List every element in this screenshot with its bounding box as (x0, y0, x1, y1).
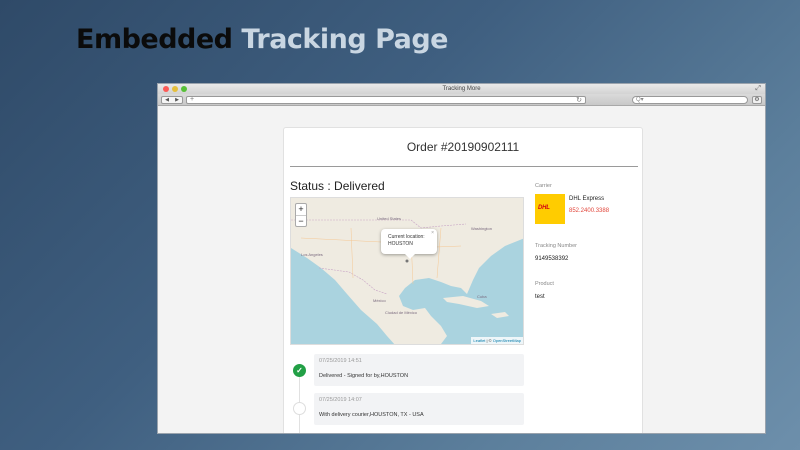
address-bar[interactable]: + ↻ (186, 96, 586, 104)
check-icon: ✓ (293, 364, 306, 377)
popup-label: Current location: (388, 234, 425, 240)
shipment-details: Carrier DHL DHL Express 852.2400.3388 Tr… (535, 183, 635, 300)
forward-button[interactable]: ▶ (175, 97, 179, 103)
carrier-label: Carrier (535, 183, 552, 189)
timeline-event: 07/25/2019 14:07 With delivery courier,H… (314, 393, 524, 425)
map-attribution: Leaflet | © OpenStreetMap (471, 337, 523, 344)
add-bookmark-icon[interactable]: + (190, 96, 194, 103)
headline-word-tracking-page: Tracking Page (241, 24, 448, 55)
pending-dot-icon (293, 402, 306, 415)
tracking-number-label: Tracking Number (535, 243, 577, 249)
label-ciudad-de-mexico: Ciudad de México (385, 310, 418, 315)
status-heading: Status : Delivered (290, 179, 385, 193)
window-controls (163, 86, 187, 92)
close-window-button[interactable] (163, 86, 169, 92)
gear-icon[interactable]: ⚙ (752, 96, 762, 104)
product-label: Product (535, 281, 554, 287)
headline-word-embedded: Embedded (76, 24, 233, 55)
reload-icon[interactable]: ↻ (576, 96, 582, 104)
label-los-angeles: Los Angeles (301, 252, 323, 257)
carrier-info: DHL Express 852.2400.3388 (569, 196, 609, 214)
zoom-window-button[interactable] (181, 86, 187, 92)
leaflet-link[interactable]: Leaflet (473, 338, 485, 343)
title-divider (290, 166, 638, 167)
close-icon[interactable]: × (431, 230, 434, 237)
resize-icon[interactable]: ⤢ (755, 84, 761, 94)
tracking-card: Order #20190902111 Status : Delivered Un… (283, 127, 643, 433)
event-time: 07/25/2019 14:51 (319, 358, 362, 364)
browser-title: Tracking More (442, 86, 481, 92)
browser-toolbar: ◀ ▶ + ↻ Q▾ ⚙ (158, 94, 765, 106)
location-popup: × Current location: HOUSTON (381, 229, 437, 259)
carrier-name: DHL Express (569, 196, 605, 202)
dhl-logo-text: DHL (538, 205, 550, 211)
zoom-out-button[interactable]: − (296, 215, 306, 226)
houston-dot (405, 259, 409, 263)
label-mexico: México (373, 298, 386, 303)
popup-location: HOUSTON (388, 241, 413, 247)
zoom-in-button[interactable]: + (296, 204, 306, 215)
carrier-phone[interactable]: 852.2400.3388 (569, 208, 609, 214)
page-headline: Embedded Tracking Page (76, 24, 448, 56)
event-time: 07/25/2019 14:07 (319, 397, 362, 403)
browser-titlebar: Tracking More ⤢ (158, 84, 765, 94)
product-value: test (535, 294, 545, 300)
map-tiles (291, 198, 523, 344)
timeline-line (299, 368, 300, 433)
event-description: With delivery courier,HOUSTON, TX - USA (319, 412, 424, 418)
timeline-event: 07/25/2019 14:51 Delivered - Signed for … (314, 354, 524, 386)
attribution-separator: | © (485, 338, 493, 343)
browser-window: Tracking More ⤢ ◀ ▶ + ↻ Q▾ ⚙ Order #2019… (157, 83, 766, 434)
search-icon: Q▾ (636, 97, 644, 103)
browser-search-field[interactable]: Q▾ (632, 96, 748, 104)
event-description: Delivered - Signed for by,HOUSTON (319, 373, 409, 379)
tracking-timeline: ✓ 07/25/2019 14:51 Delivered - Signed fo… (290, 354, 524, 433)
map-zoom-control: + − (295, 203, 307, 227)
label-cuba: Cuba (477, 294, 487, 299)
minimize-window-button[interactable] (172, 86, 178, 92)
carrier-row: DHL DHL Express 852.2400.3388 (535, 194, 635, 224)
label-united-states: United States (377, 216, 402, 221)
nav-buttons: ◀ ▶ (161, 96, 183, 104)
tracking-map[interactable]: United States Los Angeles Washington Méx… (290, 197, 524, 345)
back-button[interactable]: ◀ (165, 97, 169, 103)
tracking-number-value: 9149538392 (535, 256, 569, 262)
dhl-logo: DHL (535, 194, 565, 224)
page-viewport: Order #20190902111 Status : Delivered Un… (158, 107, 765, 433)
openstreetmap-link[interactable]: OpenStreetMap (493, 338, 521, 343)
order-title: Order #20190902111 (406, 140, 520, 154)
label-washington: Washington (471, 226, 492, 231)
